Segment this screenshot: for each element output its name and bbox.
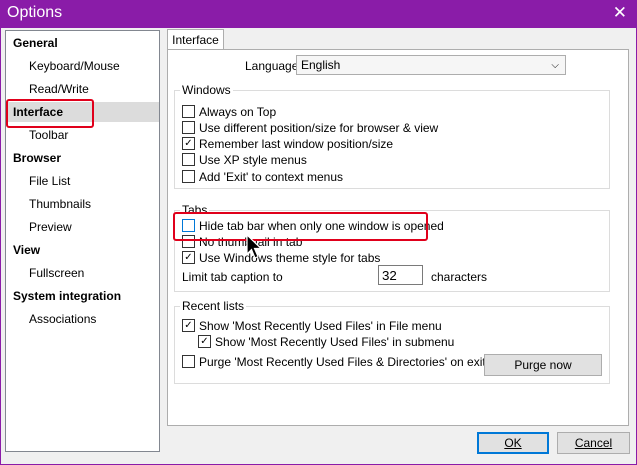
tree-item-preview[interactable]: Preview: [29, 217, 72, 237]
checkbox[interactable]: [182, 355, 195, 368]
title-bar: Options ✕: [0, 0, 637, 28]
mouse-cursor-icon: [246, 234, 263, 259]
limit-caption-unit: characters: [431, 270, 488, 284]
tree-category-system-integration[interactable]: System integration: [13, 286, 121, 306]
tree-category-view[interactable]: View: [13, 240, 40, 260]
checkbox[interactable]: [182, 235, 195, 248]
checkbox[interactable]: [182, 170, 195, 183]
tree-category-general[interactable]: General: [13, 33, 58, 53]
purge-now-button[interactable]: Purge now: [484, 354, 602, 376]
tree-category-interface[interactable]: Interface: [7, 102, 159, 122]
checkbox-checked[interactable]: ✓: [198, 335, 211, 348]
tree-item-toolbar[interactable]: Toolbar: [29, 125, 68, 145]
tree-item-read-write[interactable]: Read/Write: [29, 79, 89, 99]
limit-caption-label: Limit tab caption to: [182, 270, 283, 284]
checkbox[interactable]: [182, 121, 195, 134]
checkbox-checked[interactable]: ✓: [182, 137, 195, 150]
checkbox[interactable]: [182, 219, 195, 232]
checkbox-checked[interactable]: ✓: [182, 251, 195, 264]
category-tree: General Keyboard/Mouse Read/Write Interf…: [5, 30, 160, 452]
tree-item-fullscreen[interactable]: Fullscreen: [29, 263, 84, 283]
checkbox[interactable]: [182, 153, 195, 166]
ok-button[interactable]: OK: [477, 432, 549, 454]
language-select[interactable]: English ⌵: [296, 55, 566, 75]
language-label: Language: [245, 59, 299, 73]
checkbox[interactable]: [182, 105, 195, 118]
tree-item-file-list[interactable]: File List: [29, 171, 70, 191]
limit-caption-input[interactable]: [378, 265, 423, 285]
tree-item-thumbnails[interactable]: Thumbnails: [29, 194, 91, 214]
group-tabs-title: Tabs: [180, 203, 210, 217]
checkbox-checked[interactable]: ✓: [182, 319, 195, 332]
cancel-button[interactable]: Cancel: [557, 432, 630, 454]
group-windows-title: Windows: [180, 83, 233, 97]
group-recent-title: Recent lists: [180, 299, 247, 313]
close-icon[interactable]: ✕: [613, 3, 627, 23]
tree-item-keyboard-mouse[interactable]: Keyboard/Mouse: [29, 56, 120, 76]
tab-interface[interactable]: Interface: [167, 29, 224, 50]
language-value: English: [301, 58, 341, 72]
tree-item-associations[interactable]: Associations: [29, 309, 96, 329]
tree-category-browser[interactable]: Browser: [13, 148, 61, 168]
chevron-down-icon: ⌵: [551, 60, 559, 71]
window-title: Options: [7, 4, 63, 21]
